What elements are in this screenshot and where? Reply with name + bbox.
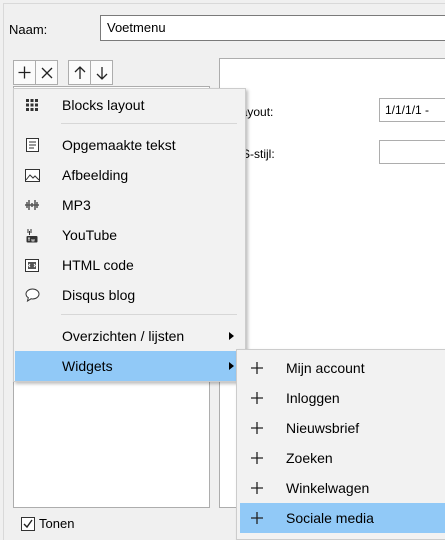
menu-item-mp3[interactable]: MP3 bbox=[15, 190, 244, 220]
arrow-down-icon bbox=[96, 66, 107, 80]
menu-item-youtube[interactable]: YouTube bbox=[15, 220, 244, 250]
submenu-item-label: Sociale media bbox=[286, 510, 374, 526]
submenu-item-label: Inloggen bbox=[286, 390, 340, 406]
submenu-item-cart[interactable]: Winkelwagen bbox=[240, 473, 445, 503]
delete-button[interactable] bbox=[35, 60, 58, 85]
move-down-button[interactable] bbox=[90, 60, 113, 85]
name-label: Naam: bbox=[9, 22, 48, 37]
show-label: Tonen bbox=[39, 516, 75, 531]
menu-item-label: Opgemaakte tekst bbox=[62, 137, 176, 153]
plus-icon bbox=[251, 392, 263, 404]
css-style-field[interactable] bbox=[379, 140, 445, 164]
speech-bubble-icon bbox=[24, 287, 40, 303]
plus-icon bbox=[251, 512, 263, 524]
arrow-up-icon bbox=[74, 65, 85, 79]
menu-item-label: Overzichten / lijsten bbox=[62, 328, 185, 344]
add-item-menu: Blocks layout Opgemaakte tekst Afbeeldin… bbox=[13, 88, 246, 382]
audio-wave-icon bbox=[24, 197, 40, 213]
submenu-item-login[interactable]: Inloggen bbox=[240, 383, 445, 413]
submenu-item-search[interactable]: Zoeken bbox=[240, 443, 445, 473]
image-icon bbox=[24, 167, 40, 183]
plus-icon bbox=[251, 452, 263, 464]
submenu-arrow-icon bbox=[229, 332, 234, 340]
youtube-icon bbox=[24, 227, 40, 243]
html-code-icon bbox=[24, 257, 40, 273]
menu-item-label: Afbeelding bbox=[62, 167, 129, 183]
plus-icon bbox=[251, 422, 263, 434]
menu-item-label: Widgets bbox=[62, 358, 113, 374]
submenu-item-social-media[interactable]: Sociale media bbox=[240, 503, 445, 533]
menu-item-image[interactable]: Afbeelding bbox=[15, 160, 244, 190]
move-up-button[interactable] bbox=[68, 60, 91, 85]
menu-item-label: HTML code bbox=[62, 257, 134, 273]
submenu-item-label: Nieuwsbrief bbox=[286, 420, 360, 436]
menu-item-widgets[interactable]: Widgets bbox=[15, 351, 244, 381]
menu-separator bbox=[61, 314, 237, 315]
menu-item-disqus-blog[interactable]: Disqus blog bbox=[15, 280, 244, 310]
menu-item-label: Blocks layout bbox=[62, 97, 145, 113]
submenu-item-label: Zoeken bbox=[286, 450, 333, 466]
menu-item-overviews-lists[interactable]: Overzichten / lijsten bbox=[15, 321, 244, 351]
checkmark-icon bbox=[23, 519, 33, 528]
menu-item-blocks-layout[interactable]: Blocks layout bbox=[15, 90, 244, 120]
add-button[interactable] bbox=[13, 60, 36, 85]
formatted-text-icon bbox=[24, 137, 40, 153]
submenu-item-label: Winkelwagen bbox=[286, 480, 370, 496]
plus-icon bbox=[18, 66, 31, 79]
grid-blocks-icon bbox=[24, 97, 40, 113]
submenu-item-my-account[interactable]: Mijn account bbox=[240, 353, 445, 383]
submenu-item-label: Mijn account bbox=[286, 360, 365, 376]
menu-item-formatted-text[interactable]: Opgemaakte tekst bbox=[15, 130, 244, 160]
menu-separator bbox=[61, 123, 237, 124]
widgets-submenu: Mijn account Inloggen Nieuwsbrief Zoeken… bbox=[236, 349, 445, 540]
menu-item-label: YouTube bbox=[62, 227, 118, 243]
name-field[interactable]: Voetmenu bbox=[100, 15, 445, 41]
menu-item-label: Disqus blog bbox=[62, 287, 136, 303]
toolbar bbox=[13, 60, 113, 86]
plus-icon bbox=[251, 482, 263, 494]
menu-item-label: MP3 bbox=[62, 197, 91, 213]
submenu-arrow-icon bbox=[229, 362, 234, 370]
submenu-item-newsletter[interactable]: Nieuwsbrief bbox=[240, 413, 445, 443]
plus-icon bbox=[251, 362, 263, 374]
layout-field[interactable]: 1/1/1/1 - bbox=[379, 98, 445, 122]
show-checkbox-row[interactable]: Tonen bbox=[21, 516, 74, 531]
show-checkbox[interactable] bbox=[21, 516, 35, 531]
menu-item-html-code[interactable]: HTML code bbox=[15, 250, 244, 280]
x-icon bbox=[41, 67, 52, 78]
